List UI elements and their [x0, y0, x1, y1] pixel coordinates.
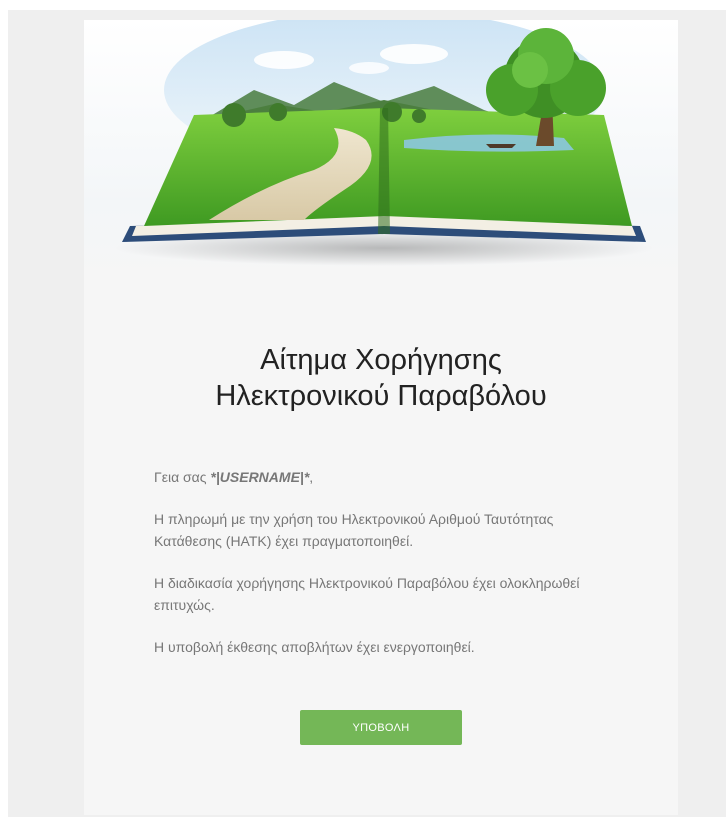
email-background: Αίτημα Χορήγησης Ηλεκτρονικού Παραβόλου … [8, 10, 726, 817]
title-line-2: Ηλεκτρονικού Παραβόλου [215, 380, 547, 412]
open-book-landscape-illustration [114, 20, 654, 266]
greeting-prefix: Γεια σας [154, 469, 211, 485]
paragraph-waste-report: Η υποβολή έκθεσης αποβλήτων έχει ενεργοπ… [154, 639, 475, 655]
username-placeholder: *|USERNAME|* [210, 469, 310, 485]
title-line-1: Αίτημα Χορήγησης [260, 344, 502, 376]
submit-button[interactable]: ΥΠΟΒΟΛΗ [300, 710, 462, 745]
paragraph-payment: Η πληρωμή με την χρήση του Ηλεκτρονικού … [154, 511, 554, 549]
hero-banner [84, 20, 678, 282]
paragraph-completion: Η διαδικασία χορήγησης Ηλεκτρονικού Παρα… [154, 575, 580, 613]
greeting: Γεια σας *|USERNAME|*, [154, 466, 614, 488]
email-title: Αίτημα Χορήγησης Ηλεκτρονικού Παραβόλου [84, 342, 678, 414]
email-body: Γεια σας *|USERNAME|*, Η πληρωμή με την … [154, 466, 614, 678]
greeting-suffix: , [309, 469, 314, 485]
email-card: Αίτημα Χορήγησης Ηλεκτρονικού Παραβόλου … [84, 20, 678, 815]
